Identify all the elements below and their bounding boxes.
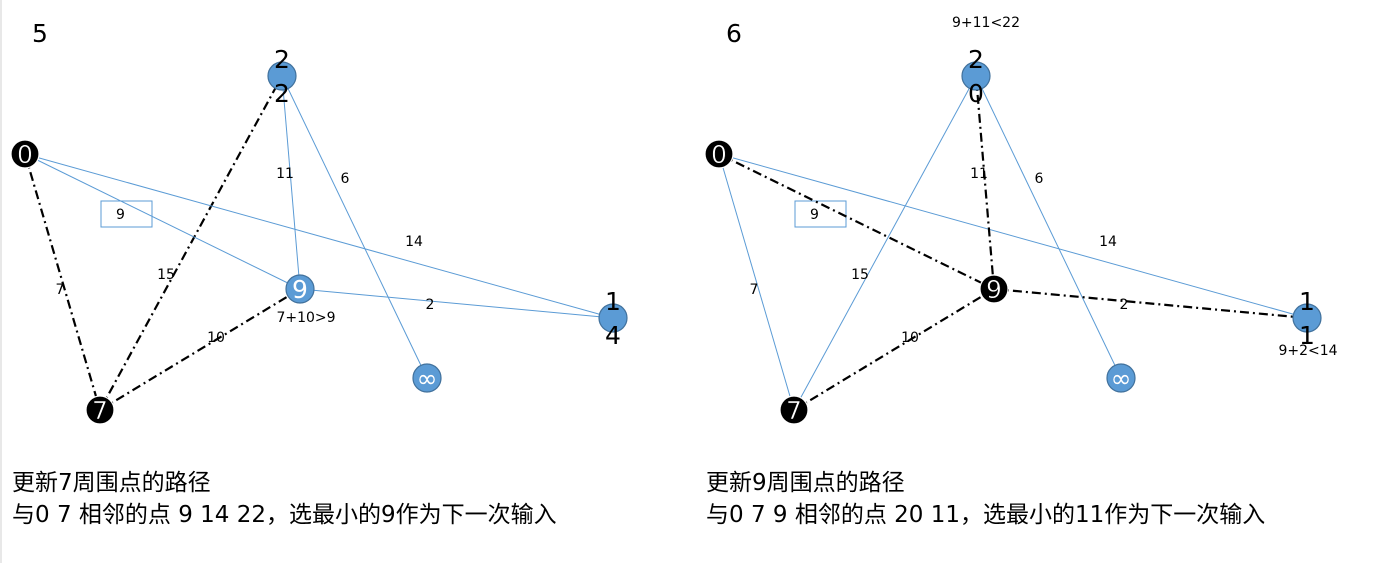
node-label-top: 1 [1299, 287, 1315, 316]
node-label: 9 [986, 275, 1002, 304]
node-label-bottom: 2 [274, 79, 290, 108]
edge-weight-label: 2 [426, 297, 435, 313]
edge-n9-n1 [299, 288, 614, 319]
edge-n9-n1 [993, 287, 1308, 320]
node-label: 0 [711, 140, 727, 169]
node-label: 7 [92, 396, 108, 425]
node-label-top: 2 [968, 45, 984, 74]
panel-1: 59715101411 620792214∞7+10>9 [10, 19, 628, 425]
node-label: ∞ [1111, 364, 1132, 393]
edge-n7-n2 [99, 75, 283, 411]
panel-2-caption-line2: 与0 7 9 相邻的点 20 11，选最小的11作为下一次输入 [706, 502, 1266, 528]
edge-weight-label: 7 [750, 282, 759, 298]
edge-n7-n9 [99, 288, 301, 411]
weight-box-label: 9 [810, 207, 819, 223]
annotation-label: 9+2<14 [1278, 343, 1337, 359]
edge-n0-n1 [718, 153, 1308, 319]
node-label-top: 1 [605, 287, 621, 316]
edge-weight-label: 11 [970, 166, 988, 182]
annotation-label: 9+11<22 [952, 15, 1020, 31]
node-label: 9 [292, 275, 308, 304]
edge-weight-label: 10 [901, 330, 919, 346]
panel-1-caption-line1: 更新7周围点的路径 [12, 470, 211, 496]
step-number: 6 [726, 19, 742, 48]
node-label: ∞ [417, 364, 438, 393]
annotation-label: 7+10>9 [276, 310, 335, 326]
node-label-top: 2 [274, 45, 290, 74]
node-label-bottom: 0 [968, 79, 984, 108]
panel-2: 69715101411 620792011∞9+11<229+2<14 [704, 15, 1338, 425]
edge-n2-ninf [281, 75, 428, 379]
edge-weight-label: 6 [1035, 171, 1044, 187]
node-label-bottom: 4 [605, 321, 621, 350]
node-label: 0 [17, 140, 33, 169]
edge-weight-label: 14 [1099, 234, 1117, 250]
edge-weight-label: 7 [56, 282, 65, 298]
panel-1-caption-line2: 与0 7 相邻的点 9 14 22，选最小的9作为下一次输入 [12, 502, 557, 528]
step-number: 5 [32, 19, 48, 48]
panel-2-caption-line1: 更新9周围点的路径 [706, 470, 905, 496]
edge-n0-n1 [24, 153, 614, 319]
edge-weight-label: 15 [851, 267, 869, 283]
edge-weight-label: 10 [207, 330, 225, 346]
edge-n7-n9 [793, 288, 995, 411]
weight-box-label: 9 [116, 207, 125, 223]
weight-box [100, 200, 153, 228]
edge-weight-label: 14 [405, 234, 423, 250]
edge-weight-label: 11 [276, 166, 294, 182]
weight-box [794, 200, 847, 228]
edge-n7-n2 [793, 75, 977, 411]
node-label: 7 [786, 396, 802, 425]
edge-weight-label: 15 [157, 267, 175, 283]
edge-weight-label: 6 [341, 171, 350, 187]
edge-n2-ninf [975, 75, 1122, 379]
edge-weight-label: 2 [1120, 297, 1129, 313]
